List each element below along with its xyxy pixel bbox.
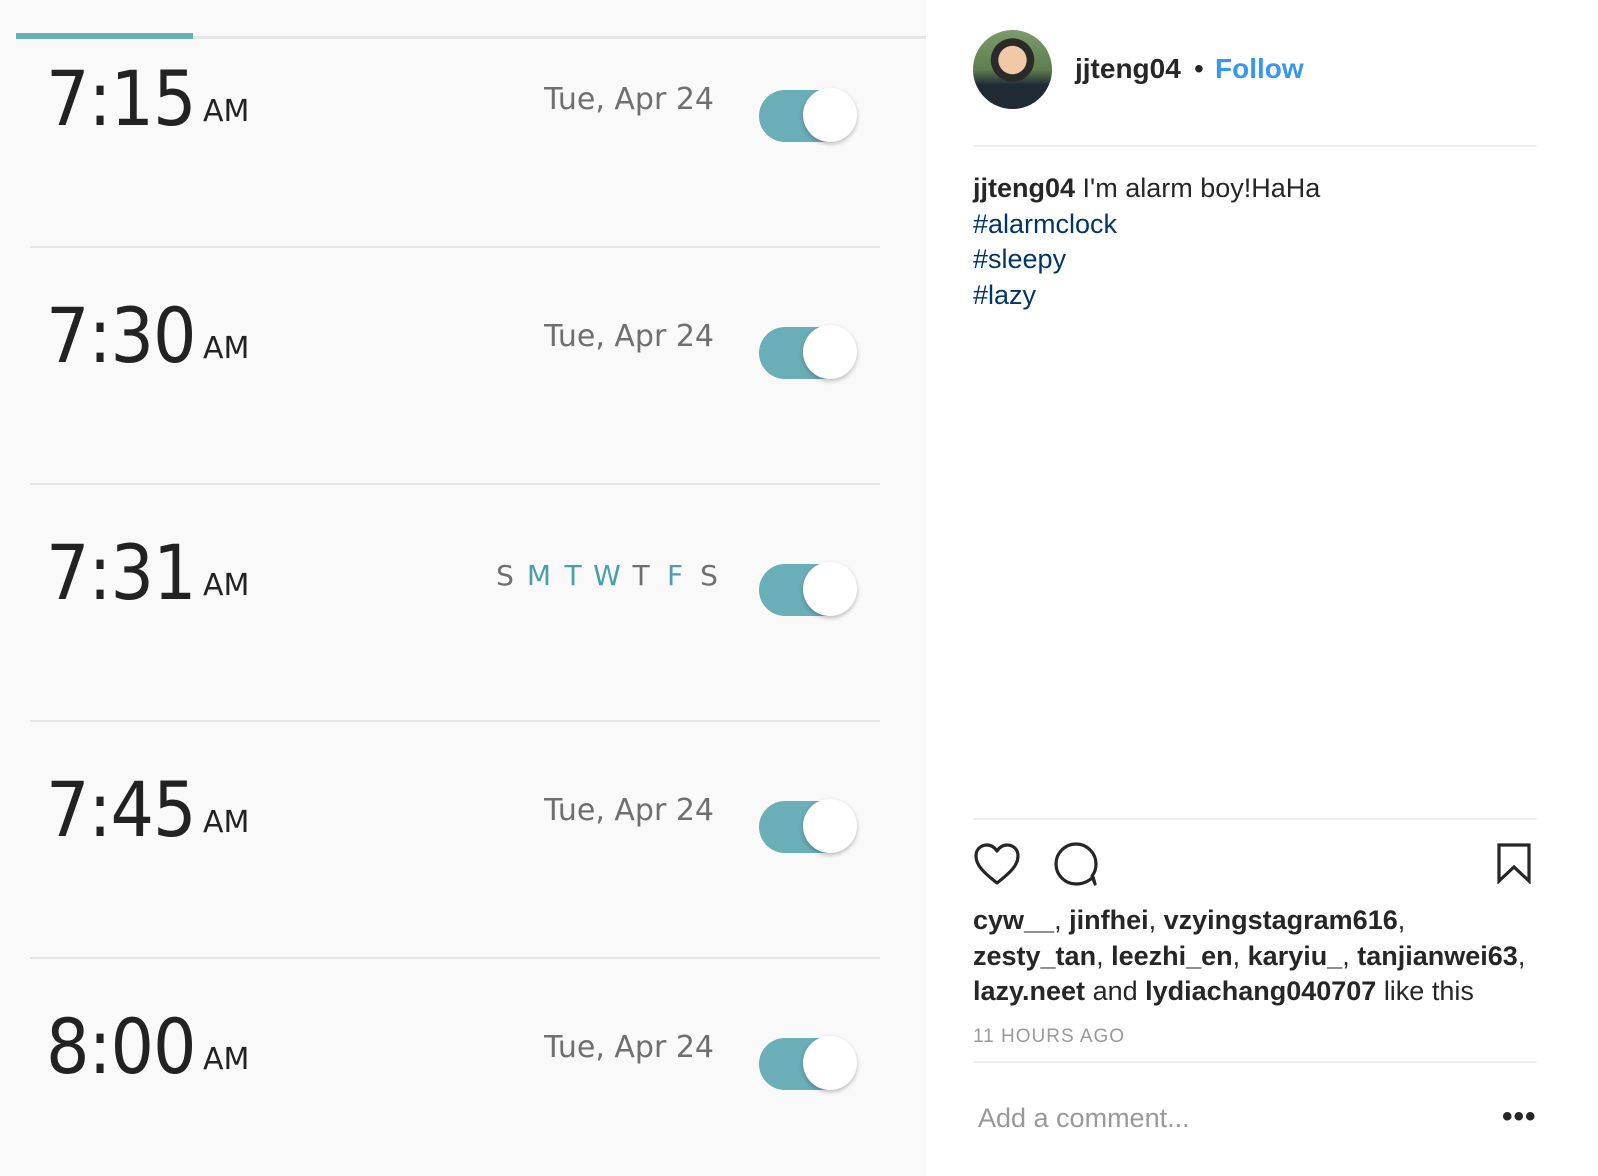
- alarm-toggle[interactable]: [759, 325, 857, 379]
- bookmark-icon[interactable]: [1496, 842, 1532, 884]
- alarm-date: Tue, Apr 24: [544, 82, 714, 117]
- liker-username[interactable]: karyiu_: [1248, 941, 1343, 971]
- likes-suffix: like this: [1383, 976, 1474, 1006]
- liker-username[interactable]: vzyingstagram616: [1164, 905, 1398, 935]
- alarm-ampm: AM: [203, 805, 250, 840]
- repeat-day: M: [526, 559, 552, 592]
- follow-button[interactable]: Follow: [1215, 52, 1304, 86]
- alarm-row[interactable]: 7:30 AM Tue, Apr 24: [0, 248, 926, 485]
- alarm-ampm: AM: [203, 331, 250, 366]
- liker-username[interactable]: cyw__: [973, 905, 1054, 935]
- alarm-time: 7:15: [46, 54, 197, 143]
- alarm-toggle[interactable]: [759, 1036, 857, 1090]
- alarm-toggle[interactable]: [759, 562, 857, 616]
- toggle-knob: [803, 88, 857, 142]
- alarm-row[interactable]: 7:31 AM S M T W T F S: [0, 485, 926, 722]
- alarm-row[interactable]: 7:45 AM Tue, Apr 24: [0, 722, 926, 959]
- alarm-time: 7:45: [46, 765, 197, 854]
- alarm-time: 7:30: [46, 291, 197, 380]
- alarm-row[interactable]: 7:15 AM Tue, Apr 24: [0, 11, 926, 248]
- liker-username[interactable]: lazy.neet: [973, 976, 1085, 1006]
- toggle-knob: [803, 799, 857, 853]
- caption-text: I'm alarm boy!HaHa: [1082, 173, 1321, 203]
- likes-line: cyw__, jinfhei, vzyingstagram616,: [973, 905, 1406, 935]
- liker-username[interactable]: lydiachang040707: [1145, 976, 1376, 1006]
- alarm-ampm: AM: [203, 1042, 250, 1077]
- toggle-knob: [803, 1036, 857, 1090]
- alarm-app-image: 7:15 AM Tue, Apr 24 7:30 AM Tue, Apr 24 7:31 AM…: [0, 0, 926, 1176]
- repeat-day: T: [564, 559, 582, 592]
- actions-divider: [973, 818, 1537, 820]
- caption-username[interactable]: jjteng04: [973, 173, 1075, 203]
- liker-username[interactable]: leezhi_en: [1111, 941, 1233, 971]
- comment-input[interactable]: [973, 1096, 1478, 1140]
- repeat-day: S: [496, 559, 514, 592]
- likes-line: lazy.neet and lydiachang040707 like this: [973, 974, 1553, 1010]
- hashtag-link[interactable]: #sleepy: [973, 242, 1533, 278]
- alarm-repeat-days: SMTWTFS: [488, 561, 726, 593]
- alarm-ampm: AM: [203, 568, 250, 603]
- alarm-date: Tue, Apr 24: [544, 319, 714, 354]
- alarm-row[interactable]: 8:00 AM Tue, Apr 24: [0, 959, 926, 1176]
- likes-and: and: [1092, 976, 1138, 1006]
- post-panel: jjteng04 • Follow jjteng04 I'm alarm boy…: [926, 0, 1598, 1176]
- header-separator: •: [1194, 53, 1204, 84]
- alarm-time: 7:31: [46, 528, 197, 617]
- liker-username[interactable]: tanjianwei63: [1357, 941, 1518, 971]
- toggle-knob: [803, 562, 857, 616]
- heart-icon[interactable]: [973, 842, 1021, 886]
- likes-line: zesty_tan, leezhi_en, karyiu_, tanjianwe…: [973, 940, 1526, 971]
- repeat-day: T: [632, 559, 650, 592]
- liker-username[interactable]: zesty_tan: [973, 941, 1096, 971]
- alarm-ampm: AM: [203, 94, 250, 129]
- repeat-day: F: [666, 559, 684, 592]
- header-divider: [973, 145, 1537, 147]
- alarm-date: Tue, Apr 24: [544, 1030, 714, 1065]
- post-timestamp[interactable]: 11 HOURS AGO: [973, 1026, 1125, 1048]
- repeat-day: S: [700, 559, 718, 592]
- post-username[interactable]: jjteng04: [1075, 52, 1181, 86]
- alarm-toggle[interactable]: [759, 799, 857, 853]
- alarm-toggle[interactable]: [759, 88, 857, 142]
- liker-username[interactable]: jinfhei: [1069, 905, 1149, 935]
- more-options-button[interactable]: •••: [1502, 1100, 1537, 1134]
- hashtag-link[interactable]: #lazy: [973, 278, 1533, 314]
- toggle-knob: [803, 325, 857, 379]
- comment-icon[interactable]: [1053, 841, 1099, 887]
- hashtag-link[interactable]: #alarmclock: [973, 207, 1533, 243]
- repeat-day: W: [593, 559, 621, 592]
- likes-summary: cyw__, jinfhei, vzyingstagram616, zesty_…: [973, 903, 1553, 1010]
- alarm-date: Tue, Apr 24: [544, 793, 714, 828]
- post-caption: jjteng04 I'm alarm boy!HaHa #alarmclock …: [973, 171, 1533, 313]
- alarm-time: 8:00: [46, 1002, 197, 1091]
- avatar[interactable]: [973, 30, 1052, 109]
- comment-divider: [973, 1061, 1537, 1063]
